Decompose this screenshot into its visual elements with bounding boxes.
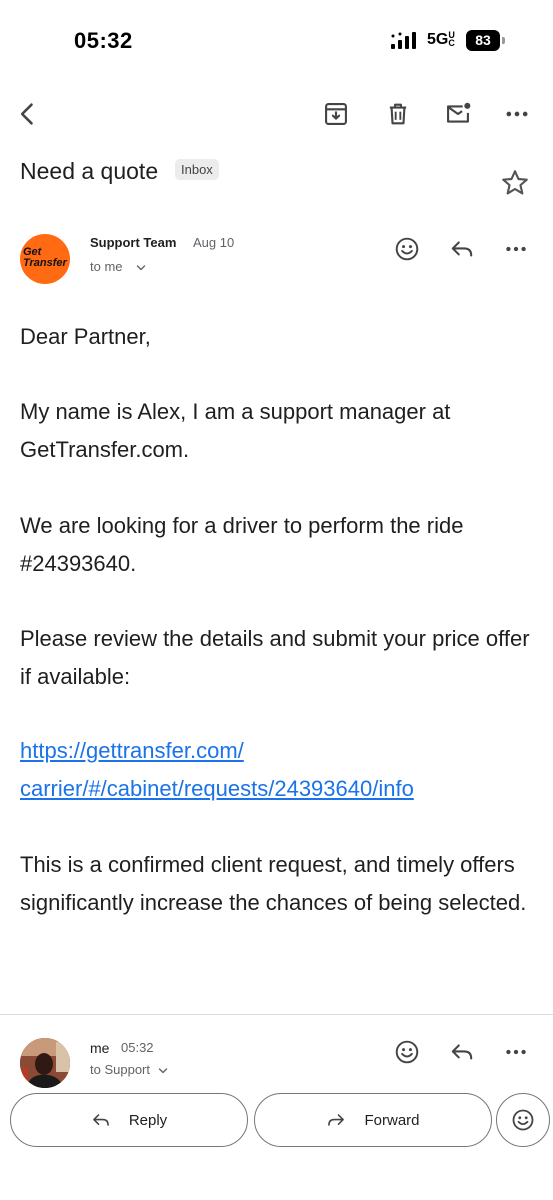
body-paragraph-1: My name is Alex, I am a support manager …: [20, 399, 451, 462]
emoji-icon: [395, 1040, 419, 1064]
email-subject: Need a quote: [20, 158, 159, 184]
archive-button[interactable]: [318, 96, 354, 132]
body-paragraph-4: This is a confirmed client request, and …: [20, 852, 527, 915]
avatar-photo: [20, 1038, 70, 1088]
forward-action-button[interactable]: Forward: [254, 1093, 492, 1147]
add-reaction-button[interactable]: [391, 233, 423, 265]
reply-action-button[interactable]: Reply: [10, 1093, 248, 1147]
reply-recipient-toggle[interactable]: to Support: [90, 1062, 168, 1077]
sender-name[interactable]: Support Team: [90, 235, 176, 250]
network-label: 5G: [427, 31, 449, 48]
request-link-line-1[interactable]: https://gettransfer.com/: [20, 732, 535, 770]
reply-icon: [92, 1114, 109, 1126]
request-link-block: https://gettransfer.com/ carrier/#/cabin…: [20, 732, 535, 807]
inbox-label-chip[interactable]: Inbox: [175, 159, 219, 180]
request-link-line-2[interactable]: carrier/#/cabinet/requests/24393640/info: [20, 770, 535, 808]
archive-icon: [325, 103, 347, 125]
chevron-down-icon: [158, 1067, 167, 1073]
mark-unread-button[interactable]: [440, 96, 476, 132]
user-avatar[interactable]: [20, 1038, 70, 1088]
reply-icon: [451, 1044, 473, 1060]
message-more-button[interactable]: [500, 233, 532, 265]
sender-date: Aug 10: [193, 235, 235, 250]
more-options-button[interactable]: [499, 96, 535, 132]
email-screen: 05:32 5GUC 83 Need a quote Inbox Get Tra…: [0, 0, 553, 1200]
back-arrow-icon: [20, 103, 33, 125]
forward-action-label: Forward: [364, 1111, 420, 1129]
logo-line-2: Transfer: [23, 257, 67, 269]
logo-text: Get Transfer: [23, 247, 67, 269]
star-icon[interactable]: [499, 167, 531, 199]
chevron-down-icon: [136, 264, 146, 270]
emoji-icon: [395, 237, 419, 261]
emoji-reaction-button[interactable]: [496, 1093, 550, 1147]
back-button[interactable]: [10, 96, 46, 132]
status-bar: 05:32 5GUC 83: [0, 0, 553, 84]
recipient-details-toggle[interactable]: to me: [90, 259, 146, 274]
body-paragraph-3: Please review the details and submit you…: [20, 626, 530, 689]
battery-tip: [502, 37, 505, 44]
reply-thread-more-button[interactable]: [500, 1036, 532, 1068]
status-time: 05:32: [74, 28, 133, 53]
more-vert-icon: [506, 111, 528, 117]
battery-icon: 83: [466, 30, 506, 51]
more-vert-icon: [506, 1049, 526, 1055]
reply-time: 05:32: [121, 1040, 154, 1055]
reply-action-label: Reply: [128, 1111, 168, 1129]
more-vert-icon: [506, 246, 526, 252]
reply-add-reaction-button[interactable]: [391, 1036, 423, 1068]
forward-icon: [328, 1114, 345, 1126]
reply-icon: [451, 241, 473, 257]
recipient-label: to me: [90, 259, 123, 274]
network-suffix: UC: [448, 30, 455, 48]
delete-icon: [389, 103, 407, 125]
body-paragraph-2: We are looking for a driver to perform t…: [20, 513, 464, 576]
reply-button[interactable]: [446, 233, 478, 265]
reply-recipient-label: to Support: [90, 1062, 150, 1077]
network-indicator: 5GUC: [427, 31, 456, 49]
battery-level: 83: [466, 30, 500, 51]
mark-unread-icon: [447, 102, 471, 123]
reply-sender-name: me: [90, 1040, 110, 1056]
reply-thread-reply-button[interactable]: [446, 1036, 478, 1068]
sender-avatar-logo[interactable]: Get Transfer: [20, 234, 70, 284]
body-greeting: Dear Partner,: [20, 324, 151, 349]
delete-button[interactable]: [380, 96, 416, 132]
thread-divider: [0, 1014, 553, 1015]
emoji-icon: [512, 1109, 534, 1131]
signal-icon: [391, 32, 416, 49]
